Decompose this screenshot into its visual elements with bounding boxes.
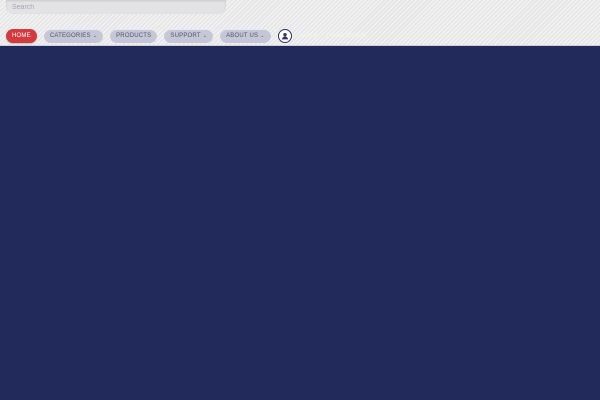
chevron-down-icon: ⌄ [92, 32, 98, 39]
main-nav: HOME CATEGORIES ⌄ PRODUCTS SUPPORT ⌄ ABO… [6, 28, 375, 43]
user-icon [281, 32, 288, 39]
nav-item-label: HOME [12, 32, 31, 39]
nav-item-categories[interactable]: CATEGORIES ⌄ [43, 28, 104, 43]
nav-item-about-us[interactable]: ABOUT US ⌄ [220, 28, 271, 43]
chevron-down-icon: ⌄ [260, 32, 265, 39]
nav-item-label: CATEGORIES [49, 32, 91, 39]
nav-item-home[interactable]: HOME [6, 28, 37, 43]
nav-item-products[interactable]: PRODUCTS [110, 28, 158, 43]
nav-item-support[interactable]: SUPPORT ⌄ [164, 28, 214, 43]
nav-item-label: ABOUT US [226, 32, 259, 39]
chevron-down-icon: ⌄ [202, 32, 208, 39]
nav-item-label: PRODUCTS [116, 32, 152, 39]
main-content [0, 46, 600, 400]
create-account-link[interactable]: Create account [326, 33, 367, 39]
search-input[interactable] [6, 0, 226, 14]
nav-item-label: SUPPORT [170, 32, 201, 39]
site-header: HOME CATEGORIES ⌄ PRODUCTS SUPPORT ⌄ ABO… [0, 0, 600, 46]
sign-in-link[interactable]: Sign in [300, 33, 318, 39]
account-button[interactable] [277, 28, 292, 43]
